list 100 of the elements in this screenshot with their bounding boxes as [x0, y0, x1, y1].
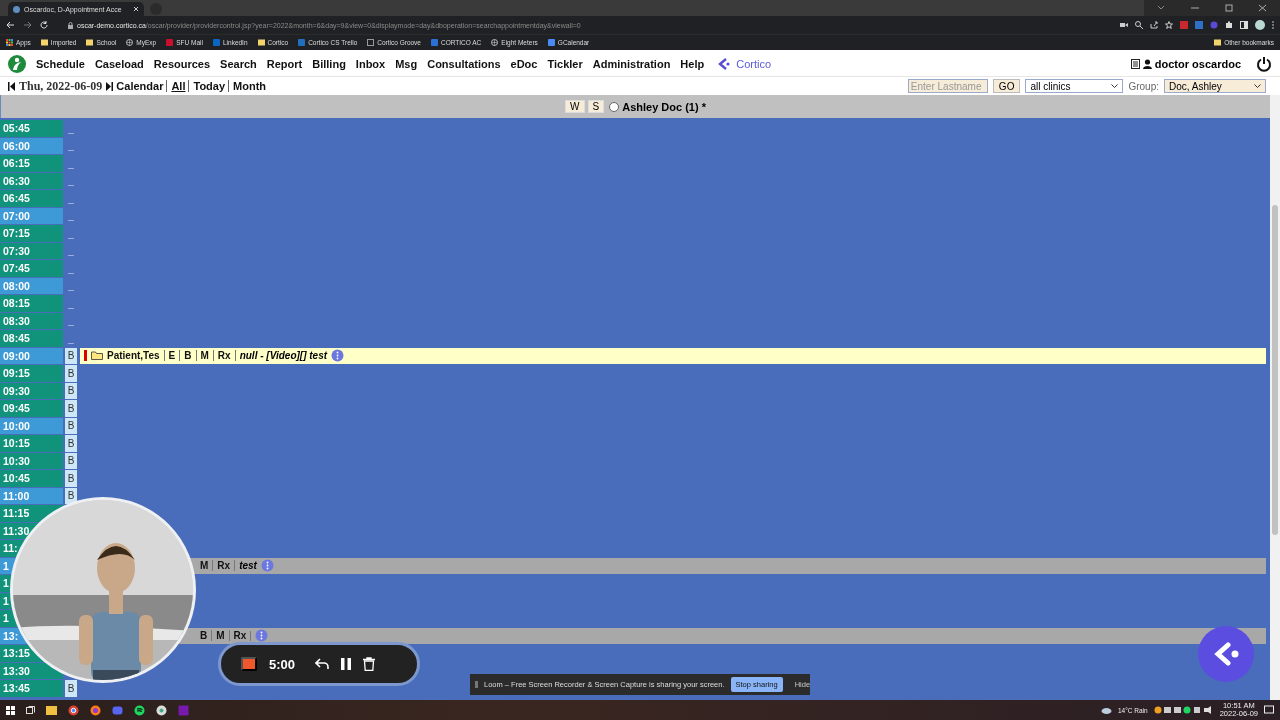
- menu-item[interactable]: Help: [680, 58, 705, 70]
- group-select[interactable]: Doc, Ashley: [1164, 79, 1266, 93]
- maximize-icon[interactable]: [1224, 4, 1234, 12]
- menu-item[interactable]: Resources: [153, 58, 211, 70]
- menu-item[interactable]: Schedule: [36, 58, 85, 70]
- menu-item[interactable]: Administration: [592, 58, 671, 70]
- view-button[interactable]: S: [587, 100, 605, 113]
- appointment-bar[interactable]: Patient,Tes E B M Rx null - [Video][] test: [80, 347, 1266, 364]
- camera-icon[interactable]: [1120, 22, 1128, 28]
- radio-button[interactable]: [609, 101, 620, 112]
- zoom-icon[interactable]: [1135, 21, 1143, 29]
- scrollbar-thumb[interactable]: [1272, 205, 1278, 535]
- book-link[interactable]: B: [65, 382, 77, 399]
- firefox-icon[interactable]: [90, 704, 101, 716]
- music-icon[interactable]: [134, 704, 145, 716]
- time-slot[interactable]: 09:15: [0, 365, 63, 382]
- time-slot[interactable]: 08:15: [0, 295, 63, 312]
- time-slot[interactable]: 13:45: [0, 680, 63, 697]
- book-link[interactable]: B: [65, 417, 77, 434]
- book-link[interactable]: B: [65, 365, 77, 382]
- minimize-icon[interactable]: [1190, 4, 1200, 12]
- time-slot[interactable]: 09:30: [0, 382, 63, 399]
- previous-day-icon[interactable]: [8, 81, 15, 91]
- time-slot[interactable]: 08:30: [0, 312, 63, 329]
- windows-start-icon[interactable]: [6, 705, 15, 715]
- next-day-icon[interactable]: [106, 81, 114, 91]
- puzzle-icon[interactable]: [1225, 21, 1233, 29]
- chrome-icon[interactable]: [68, 704, 79, 716]
- trash-icon[interactable]: [363, 657, 376, 671]
- appointment-link[interactable]: M: [195, 350, 209, 362]
- time-slot[interactable]: 07:45: [0, 260, 63, 277]
- menu-item[interactable]: Inbox: [355, 58, 386, 70]
- reload-icon[interactable]: [40, 21, 48, 29]
- forward-icon[interactable]: [23, 21, 32, 29]
- menu-item[interactable]: Caseload: [94, 58, 144, 70]
- nav-link[interactable]: All: [166, 80, 186, 92]
- share-icon[interactable]: [1150, 21, 1158, 29]
- time-slot[interactable]: 10:15: [0, 435, 63, 452]
- book-link[interactable]: B: [65, 452, 77, 469]
- book-link[interactable]: B: [65, 470, 77, 487]
- tray-icons-drawing[interactable]: [1153, 706, 1214, 714]
- go-button[interactable]: GO: [992, 79, 1021, 93]
- book-link[interactable]: B: [65, 680, 77, 697]
- chat-icon[interactable]: [112, 704, 123, 716]
- cortico-link[interactable]: Cortico: [718, 58, 772, 70]
- appointment-link[interactable]: Rx: [212, 560, 231, 572]
- time-slot[interactable]: 08:45: [0, 330, 63, 347]
- time-slot[interactable]: 13:30: [0, 662, 63, 679]
- appointment-link[interactable]: B: [179, 350, 192, 362]
- book-link[interactable]: B: [65, 435, 77, 452]
- star-icon[interactable]: [1165, 21, 1173, 29]
- appointment-link[interactable]: M: [211, 630, 225, 642]
- nav-link[interactable]: Calendar: [116, 80, 164, 92]
- appointment-link[interactable]: B: [200, 630, 208, 642]
- power-icon[interactable]: [1256, 56, 1272, 72]
- menu-item[interactable]: Report: [266, 58, 303, 70]
- stop-button[interactable]: [241, 657, 257, 671]
- folder-icon[interactable]: [91, 351, 103, 361]
- time-slot[interactable]: 06:45: [0, 190, 63, 207]
- time-slot[interactable]: 06:30: [0, 172, 63, 189]
- book-link[interactable]: B: [65, 400, 77, 417]
- time-slot[interactable]: 10:45: [0, 470, 63, 487]
- nav-link[interactable]: Month: [228, 80, 267, 92]
- time-slot[interactable]: 06:15: [0, 155, 63, 172]
- app-icon[interactable]: [156, 704, 167, 716]
- menu-item[interactable]: Search: [220, 58, 257, 70]
- menu-item[interactable]: Billing: [312, 58, 346, 70]
- appointment-link[interactable]: E: [163, 350, 176, 362]
- time-slot[interactable]: 10:30: [0, 452, 63, 469]
- menu-item[interactable]: Consultations: [427, 58, 501, 70]
- close-icon[interactable]: [133, 6, 139, 12]
- patient-link[interactable]: Patient,Tes: [107, 350, 160, 362]
- scrollbar[interactable]: [1270, 95, 1280, 700]
- time-slot[interactable]: 07:15: [0, 225, 63, 242]
- avatar-icon[interactable]: [1255, 20, 1265, 30]
- appointment-link[interactable]: M: [200, 560, 209, 572]
- pause-icon[interactable]: [341, 658, 352, 670]
- menu-item[interactable]: Tickler: [547, 58, 583, 70]
- back-icon[interactable]: [6, 21, 15, 29]
- undo-icon[interactable]: [315, 658, 330, 670]
- folder-icon[interactable]: [46, 704, 57, 716]
- nav-link[interactable]: Today: [188, 80, 226, 92]
- chevron-icon[interactable]: [1156, 4, 1166, 12]
- task-view-icon[interactable]: [26, 705, 35, 715]
- notification-icon[interactable]: [1264, 705, 1274, 715]
- lastname-field[interactable]: Enter Lastname: [907, 79, 988, 93]
- view-button[interactable]: W: [565, 100, 585, 113]
- sidebar-icon[interactable]: [1240, 21, 1248, 29]
- book-link[interactable]: B: [65, 487, 77, 504]
- appointment-link[interactable]: Rx: [212, 350, 231, 362]
- clinic-select[interactable]: all clinics: [1025, 79, 1124, 93]
- appointment-link[interactable]: Rx: [228, 630, 247, 642]
- book-link[interactable]: B: [65, 347, 77, 364]
- time-slot[interactable]: 07:30: [0, 242, 63, 259]
- time-slot[interactable]: 05:45: [0, 120, 63, 137]
- close-icon[interactable]: [1258, 4, 1268, 12]
- list-icon[interactable]: [1130, 59, 1140, 69]
- menu-item[interactable]: Msg: [395, 58, 418, 70]
- menu-item[interactable]: eDoc: [510, 58, 538, 70]
- time-slot[interactable]: 09:45: [0, 400, 63, 417]
